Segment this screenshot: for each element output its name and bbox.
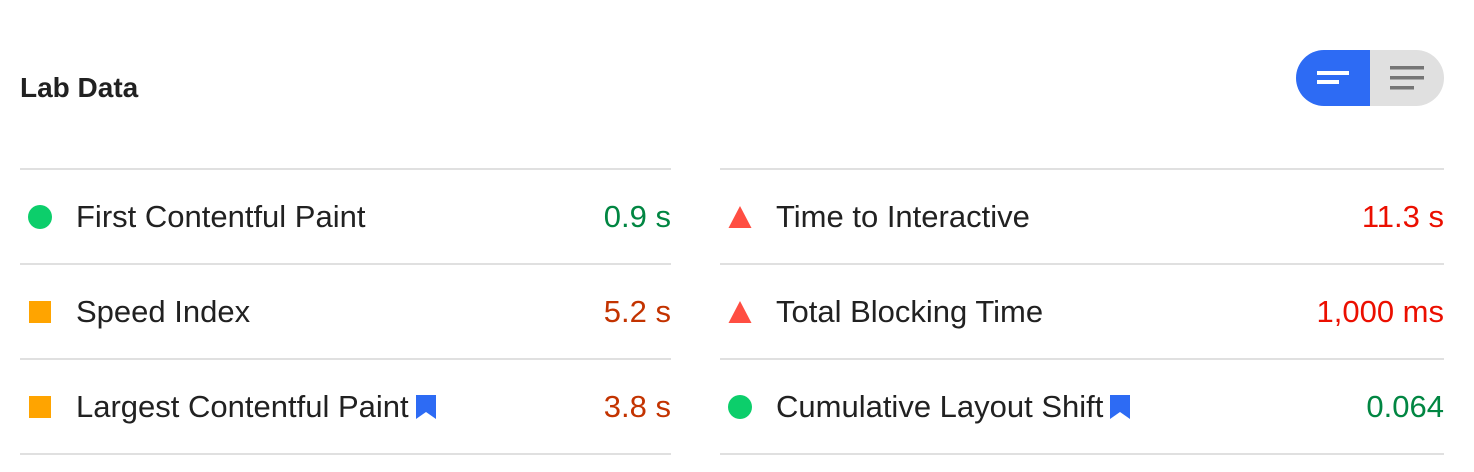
metric-label: Speed Index [76,292,250,332]
metric-label-text: Time to Interactive [776,198,1030,234]
expanded-list-icon [1390,66,1424,90]
fail-triangle-icon [728,205,752,229]
average-square-icon [28,395,52,419]
metric-row: Time to Interactive 11.3 s [720,168,1444,263]
metric-value: 0.064 [1366,388,1444,424]
fail-triangle-icon [728,300,752,324]
metric-label: First Contentful Paint [76,197,365,237]
average-square-icon [28,300,52,324]
metric-label-text: Cumulative Layout Shift [776,388,1104,424]
metric-label: Time to Interactive [776,197,1030,237]
bookmark-icon [1110,394,1131,419]
metric-row: First Contentful Paint 0.9 s [20,168,671,263]
metric-row: Speed Index 5.2 s [20,263,671,358]
metric-label: Largest Contentful Paint [76,387,437,427]
metric-value: 1,000 ms [1316,293,1444,329]
metric-label: Total Blocking Time [776,292,1043,332]
metric-row: Total Blocking Time 1,000 ms [720,263,1444,358]
metric-label-text: Total Blocking Time [776,293,1044,329]
section-title: Lab Data [20,72,139,103]
bookmark-icon [415,394,436,419]
metrics-column-left: First Contentful Paint 0.9 s Speed Index… [20,168,671,455]
compact-list-icon [1317,71,1349,84]
metric-label-text: Speed Index [76,293,251,329]
metric-value: 5.2 s [603,293,671,329]
metric-row: Largest Contentful Paint 3.8 s [20,358,671,455]
metric-label-text: Largest Contentful Paint [76,388,409,424]
compact-view-button[interactable] [1296,50,1370,106]
metric-label-text: First Contentful Paint [76,198,366,234]
metric-value: 11.3 s [1361,198,1444,234]
metric-label: Cumulative Layout Shift [776,387,1131,427]
pass-circle-icon [728,394,752,419]
pass-circle-icon [28,204,52,229]
metric-value: 0.9 s [603,198,671,234]
metric-row: Cumulative Layout Shift 0.064 [720,358,1444,455]
expanded-view-button[interactable] [1370,50,1444,106]
metrics-column-right: Time to Interactive 11.3 s Total Blockin… [720,168,1444,455]
metric-value: 3.8 s [603,388,671,424]
view-toggle[interactable] [1296,50,1444,106]
